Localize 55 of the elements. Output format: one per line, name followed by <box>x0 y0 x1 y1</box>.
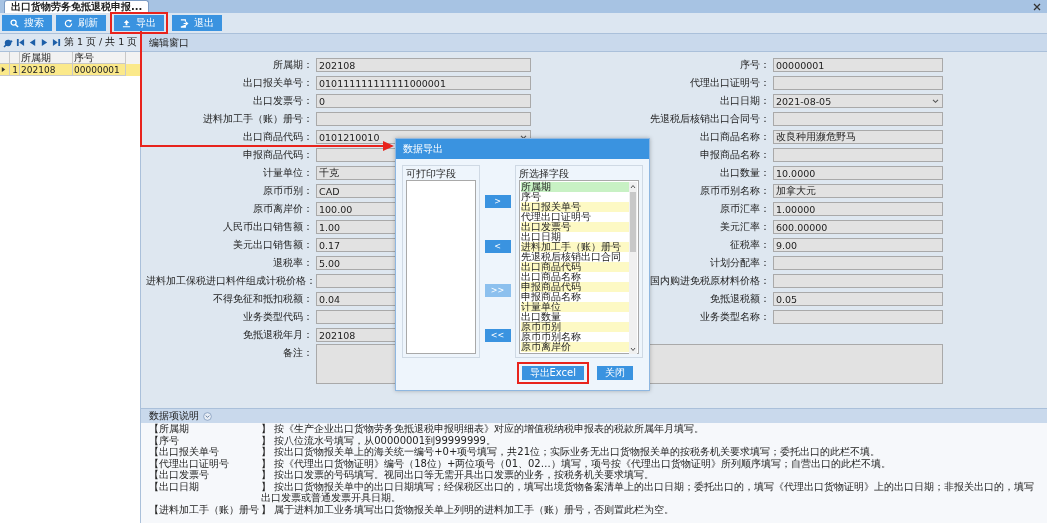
field-label: 申报商品代码： <box>242 148 314 162</box>
field-label: 人民币出口销售额： <box>222 220 314 234</box>
field-label: 原币币别： <box>262 184 314 198</box>
item-description: 】 按八位流水号填写，从00000001到99999999。 <box>261 434 497 446</box>
dialog-title: 数据导出 <box>403 142 443 156</box>
field-label: 出口报关单号： <box>242 76 314 90</box>
field-label: 进料加工手（账）册号： <box>202 112 314 126</box>
group-title: 所选择字段 <box>519 168 570 179</box>
item-description: 】 属于进料加工业务填写出口货物报关单上列明的进料加工手（账）册号，否则置此栏为空。 <box>261 503 676 515</box>
field-label: 计量单位： <box>262 166 314 180</box>
field-label: 申报商品名称： <box>699 148 771 162</box>
field-label: 先退税后核销出口合同号： <box>649 112 771 126</box>
table-cell: 00000001 <box>73 64 126 76</box>
field-label: 序号： <box>739 58 771 72</box>
section-title: 数据项说明 <box>149 409 199 423</box>
field-label: 计划分配率： <box>709 256 771 270</box>
field-label: 原币离岸价： <box>252 202 314 216</box>
field-label: 免抵退税额： <box>709 292 771 306</box>
item-name: 【出口报关单号 <box>149 446 220 458</box>
item-description: 】 按出口货物报关单上的海关统一编号+0+项号填写，共21位；实际业务无出口货物报关单的按税务机关要求填写；委托出口的此栏不填。 <box>261 446 882 458</box>
field-label: 出口数量： <box>719 166 771 180</box>
field-label: 美元汇率： <box>719 220 771 234</box>
page-indicator: 第 1 页 / 共 1 页 <box>64 36 138 49</box>
item-name: 【进料加工手（账）册号 <box>149 503 260 515</box>
field-label: 代理出口证明号： <box>689 76 771 90</box>
field-label: 免抵退税年月： <box>242 328 314 342</box>
field-label: 美元出口销售额： <box>232 238 314 252</box>
field-label: 退税率： <box>272 256 314 270</box>
field-label: 征税率： <box>729 238 771 252</box>
field-label: 所属期： <box>272 58 314 72</box>
item-description: 】 按《代理出口货物证明》编号（18位）+两位项号（01、02…）填写，项号按《代理出口货物证明》所列顺序填写；自营出口的此栏不填。 <box>261 457 892 469</box>
item-description: 】 按《生产企业出口货物劳务免抵退税申报明细表》对应的增值税纳税申报表的税款所属年月填写。 <box>261 423 706 435</box>
item-name: 【代理出口证明号 <box>149 457 230 469</box>
item-name: 【出口发票号 <box>149 469 209 481</box>
field-label: 业务类型代码： <box>242 310 314 324</box>
field-label: 出口日期： <box>719 94 771 108</box>
item-description: 】 按出口货物报关单中的出口日期填写；经保税区出口的，填写出境货物备案清单上的出口日期；委托出口的，填写《代理出口货物证明》上的出口日期；非报关出口的，填写出口发票或普通发票开具日期。 <box>261 480 1036 504</box>
field-label: 备注： <box>282 346 314 360</box>
field-label: 进料加工保税进口料件组成计税价格： <box>146 274 316 288</box>
field-label: 不得免征和抵扣税额： <box>212 292 314 306</box>
field-label: 原币汇率： <box>719 202 771 216</box>
field-label: 出口商品代码： <box>242 130 314 144</box>
row-number: 1 <box>10 64 20 76</box>
group-title: 可打印字段 <box>406 168 457 179</box>
table-cell: 202108 <box>20 64 73 76</box>
item-description: 】 按出口发票的号码填写。视同出口等无需开具出口发票的业务，按税务机关要求填写。 <box>261 469 656 481</box>
item-name: 【所属期 <box>149 423 190 435</box>
item-name: 【出口日期 <box>149 480 200 494</box>
item-name: 【序号 <box>149 434 180 446</box>
field-label: 出口商品名称： <box>699 130 771 144</box>
field-label: 出口发票号： <box>252 94 314 108</box>
panel-title: 编辑窗口 <box>149 35 189 50</box>
field-label: 业务类型名称： <box>699 310 771 324</box>
field-label: 原币币别名称： <box>699 184 771 198</box>
field-label: 国内购进免税原材料价格： <box>649 274 771 288</box>
